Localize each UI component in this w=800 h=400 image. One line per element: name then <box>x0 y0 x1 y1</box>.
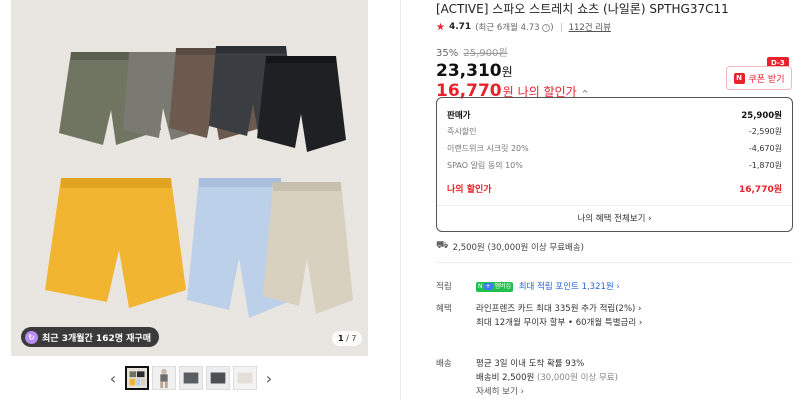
sale-price-unit: 원 <box>501 65 513 79</box>
truck-icon: ⛟ <box>436 240 449 251</box>
shipping-summary: ⛟ 2,500원 (30,000원 이상 무료배송) <box>436 240 584 253</box>
image-counter-current: 1 <box>338 334 344 343</box>
installment-link[interactable]: 최대 12개월 무이자 할부 • 60개월 특별금리 › <box>476 316 793 330</box>
price-breakdown-value: -4,670원 <box>748 144 782 153</box>
thumbnail-2[interactable] <box>152 366 176 390</box>
thumbnail-2-image <box>153 367 175 389</box>
rating-score: 4.71 <box>448 22 472 32</box>
price-breakdown-label: 판매가 <box>447 110 471 121</box>
card-points-link[interactable]: 라인프렌즈 카드 최대 335원 추가 적립(2%) › <box>476 302 793 316</box>
price-breakdown-label: 즉시할인 <box>447 127 477 136</box>
thumbnail-4-image <box>207 367 229 389</box>
section-divider <box>436 262 793 263</box>
repurchase-text: 최근 3개월간 162명 재구매 <box>42 333 151 344</box>
product-info: [ACTIVE] 스파오 스트레치 쇼츠 (나일론) SPTHG37C11 ★ … <box>436 0 793 397</box>
recent-rating: (최근 6개월 4.73 i) <box>475 23 554 33</box>
price-breakdown-label: SPAO 알림 동의 10% <box>447 161 523 170</box>
benefits-section: 혜택 라인프렌즈 카드 최대 335원 추가 적립(2%) › 최대 12개월 … <box>436 302 793 330</box>
delivery-details-link[interactable]: 자세히 보기 › <box>476 385 793 399</box>
thumbnail-3[interactable] <box>179 366 203 390</box>
pay-plus-icon: + <box>483 282 493 290</box>
my-price-breakdown-row: 나의 할인가 16,770원 <box>447 180 782 197</box>
thumbnail-1[interactable] <box>125 366 149 390</box>
price-breakdown-value: 25,900원 <box>741 110 782 121</box>
rating-row: ★ 4.71 (최근 6개월 4.73 i) 112건 리뷰 <box>436 20 793 34</box>
main-product-image[interactable] <box>11 0 368 356</box>
thumbnail-4[interactable] <box>206 366 230 390</box>
discount-row: 35% 25,900원 <box>436 44 793 59</box>
review-count-link[interactable]: 112건 리뷰 <box>569 21 611 33</box>
thumbnail-5[interactable] <box>233 366 257 390</box>
star-icon: ★ <box>436 21 445 33</box>
original-price: 25,900원 <box>463 48 508 59</box>
points-label: 적립 <box>436 282 452 292</box>
price-breakdown-row: 판매가 25,900원 <box>447 106 782 123</box>
info-icon[interactable]: i <box>542 23 551 32</box>
price-breakdown-row: 이랜드위크 시크릿 20% -4,670원 <box>447 140 782 157</box>
delivery-section: 배송 평균 3일 이내 도착 확률 93% 배송비 2,500원 (30,000… <box>436 357 793 399</box>
sale-price: 23,310 <box>436 61 502 81</box>
thumbnail-next-icon[interactable]: › <box>260 366 278 390</box>
coupon-button[interactable]: N 쿠폰 받기 <box>726 66 792 90</box>
repeat-icon: ↻ <box>25 330 38 344</box>
membership-badge-text: 멤버십 <box>494 282 512 290</box>
repurchase-badge: ↻ 최근 3개월간 162명 재구매 <box>21 327 159 347</box>
product-gallery: ↻ 최근 3개월간 162명 재구매 1 / 7 ‹ › <box>0 0 400 400</box>
thumbnail-1-image <box>127 368 147 388</box>
price-breakdown-value: -2,590원 <box>748 127 782 136</box>
discount-rate: 35% <box>436 48 459 59</box>
price-breakdown-row: SPAO 알림 동의 10% -1,870원 <box>447 157 782 174</box>
shipping-summary-text: 2,500원 (30,000원 이상 무료배송) <box>452 242 584 253</box>
column-divider <box>400 0 401 400</box>
max-points-link[interactable]: 최대 적립 포인트 1,321원 › <box>519 282 620 292</box>
shorts-photo <box>11 0 368 356</box>
view-all-benefits-link[interactable]: 나의 혜택 전체보기 › <box>447 212 782 226</box>
points-section: 적립 N + 멤버십 최대 적립 포인트 1,321원 › <box>436 280 793 294</box>
price-breakdown-label: 이랜드위크 시크릿 20% <box>447 144 529 153</box>
price-breakdown-row: 즉시할인 -2,590원 <box>447 123 782 140</box>
membership-badge: N + 멤버십 <box>476 281 514 292</box>
naver-n-icon: N <box>478 282 483 290</box>
price-breakdown-box: 판매가 25,900원 즉시할인 -2,590원 이랜드위크 시크릿 20% -… <box>436 97 793 232</box>
benefits-label: 혜택 <box>436 304 452 314</box>
naver-n-icon: N <box>733 72 745 84</box>
product-title: [ACTIVE] 스파오 스트레치 쇼츠 (나일론) SPTHG37C11 <box>436 2 729 16</box>
delivery-fee-line: 배송비 2,500원 (30,000원 이상 무료) <box>476 371 793 385</box>
delivery-fee: 배송비 2,500원 <box>476 373 535 383</box>
image-counter-total: / 7 <box>346 334 357 343</box>
image-counter: 1 / 7 <box>332 331 363 346</box>
my-price-breakdown-label: 나의 할인가 <box>447 185 492 195</box>
thumbnail-prev-icon[interactable]: ‹ <box>104 366 122 390</box>
thumbnail-5-image <box>234 367 256 389</box>
delivery-fee-note: (30,000원 이상 무료) <box>537 373 618 383</box>
rating-separator <box>560 22 562 32</box>
coupon-button-label: 쿠폰 받기 <box>748 74 785 85</box>
delivery-arrival-rate: 평균 3일 이내 도착 확률 93% <box>476 359 585 369</box>
price-box-divider <box>437 205 792 206</box>
delivery-label: 배송 <box>436 359 452 369</box>
thumbnail-strip: ‹ › <box>104 364 278 392</box>
price-breakdown-value: -1,870원 <box>748 161 782 170</box>
recent-rating-text: (최근 6개월 4.73 <box>475 23 540 33</box>
my-price-breakdown-value: 16,770원 <box>738 185 782 195</box>
thumbnail-3-image <box>180 367 202 389</box>
